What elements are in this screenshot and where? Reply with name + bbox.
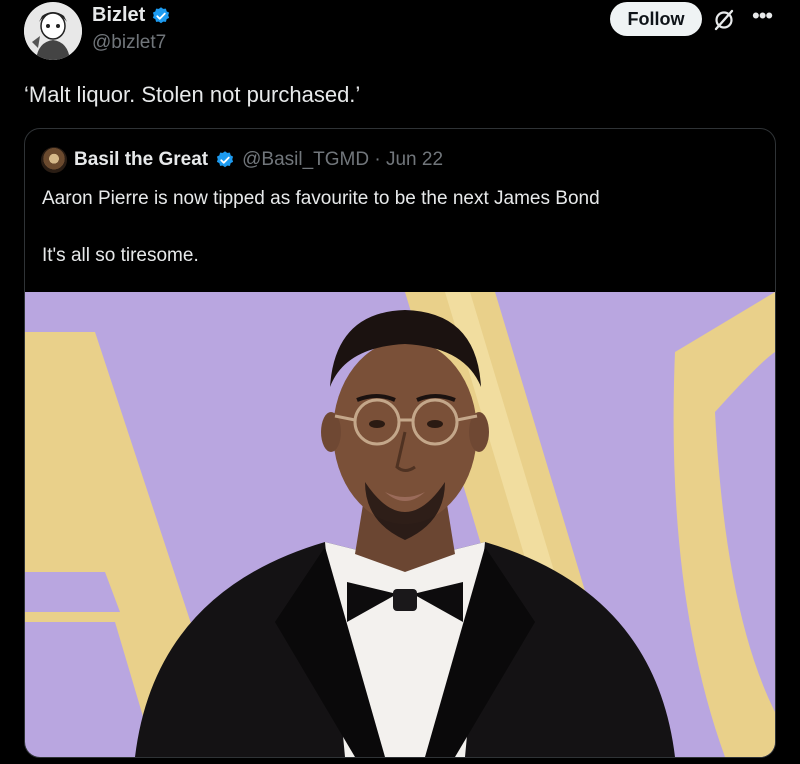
author-name[interactable]: Bizlet — [92, 4, 145, 27]
quoted-handle-date[interactable]: @Basil_TGMD · Jun 22 — [242, 149, 443, 171]
grok-icon[interactable] — [712, 8, 736, 32]
more-icon[interactable]: ••• — [752, 5, 773, 27]
quoted-photo[interactable] — [25, 292, 775, 757]
author-handle[interactable]: @bizlet7 — [92, 32, 171, 54]
verified-badge-icon — [215, 150, 235, 170]
follow-button[interactable]: Follow — [610, 2, 702, 36]
quoted-post[interactable]: Basil the Great @Basil_TGMD · Jun 22 Aar… — [24, 128, 776, 758]
quoted-header: Basil the Great @Basil_TGMD · Jun 22 — [41, 147, 443, 173]
quoted-author-name[interactable]: Basil the Great — [74, 149, 208, 171]
author-avatar[interactable] — [24, 2, 82, 60]
post-text: ‘Malt liquor. Stolen not purchased.’ — [24, 82, 361, 107]
quoted-text-line2: It's all so tiresome. — [42, 245, 199, 266]
quoted-text-line1: Aaron Pierre is now tipped as favourite … — [42, 188, 600, 209]
quoted-avatar[interactable] — [41, 147, 67, 173]
verified-badge-icon — [151, 6, 171, 26]
author-block[interactable]: Bizlet @bizlet7 — [92, 4, 171, 54]
